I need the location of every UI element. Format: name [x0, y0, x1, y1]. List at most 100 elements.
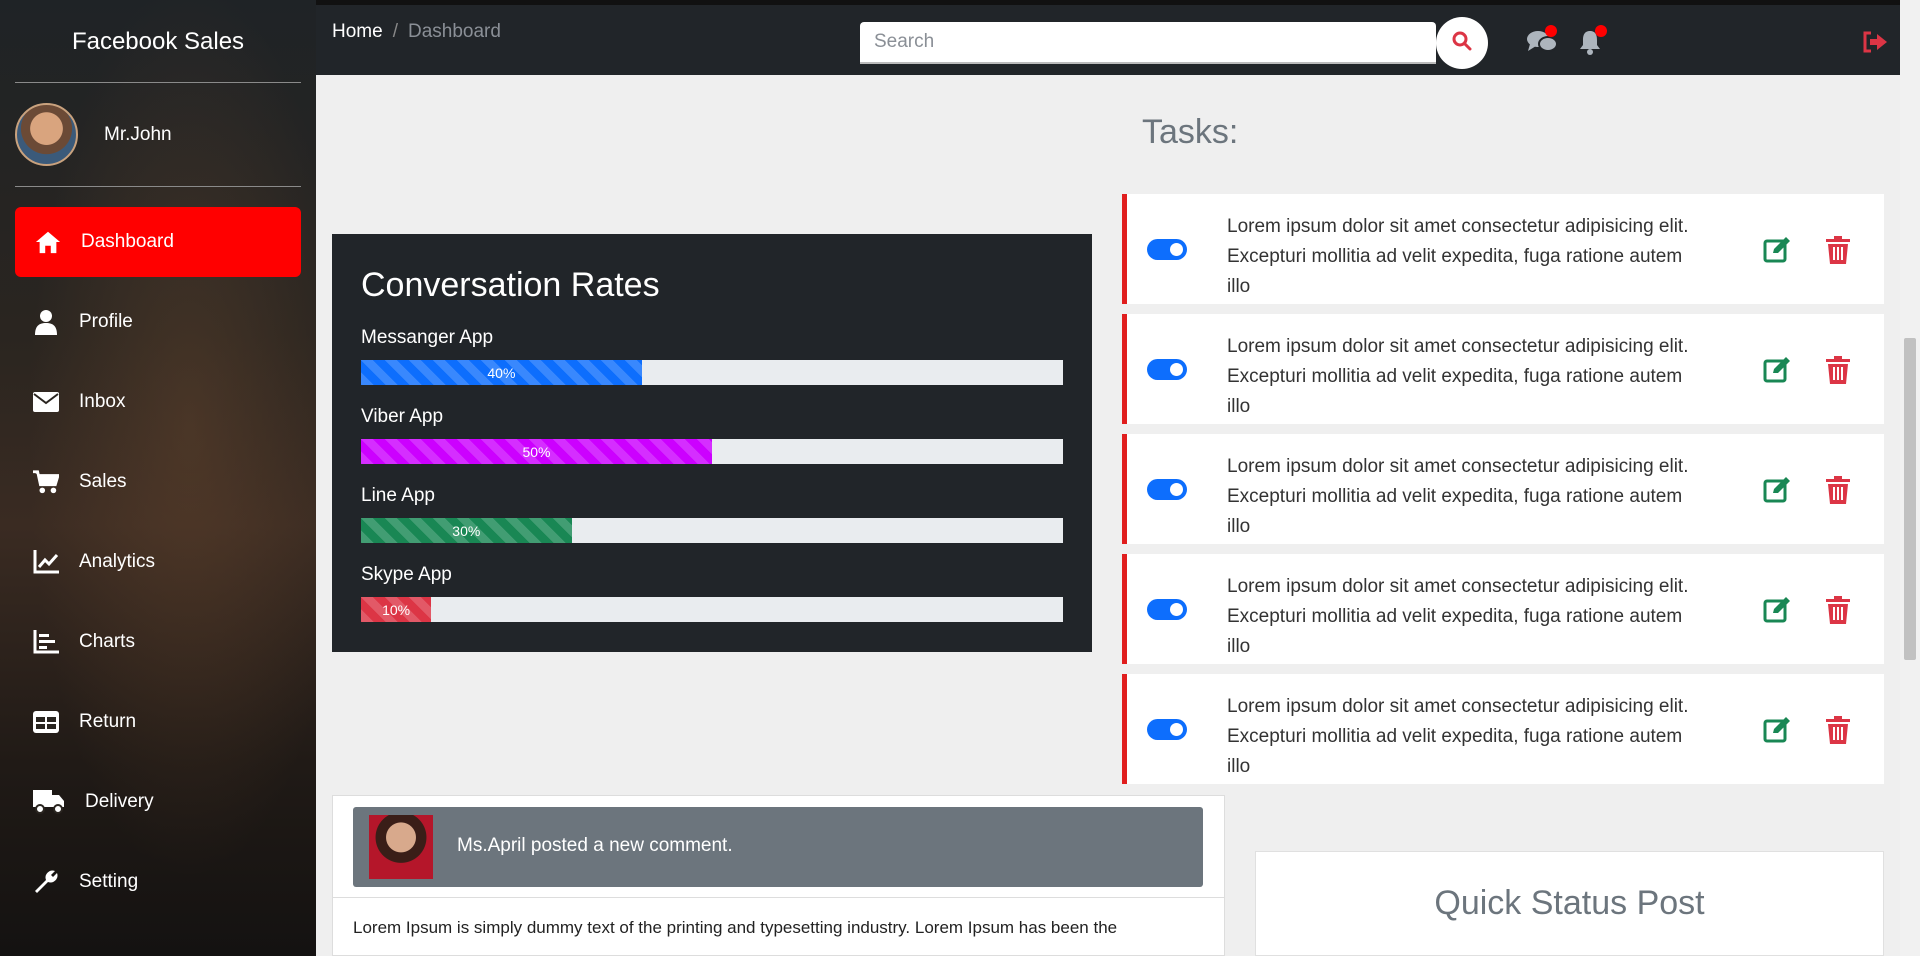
sidebar-item-label: Dashboard: [81, 231, 174, 252]
progress-label: Messanger App: [361, 327, 494, 348]
messages-badge: [1545, 25, 1557, 37]
task-item: Lorem ipsum dolor sit amet consectetur a…: [1122, 434, 1884, 544]
line-chart-icon: [33, 549, 59, 575]
user-profile[interactable]: Mr.John: [15, 103, 172, 166]
sidebar-item-label: Sales: [79, 471, 127, 492]
comment-body: Lorem Ipsum is simply dummy text of the …: [353, 918, 1118, 937]
task-item: Lorem ipsum dolor sit amet consectetur a…: [1122, 554, 1884, 664]
sidebar-item-sales[interactable]: Sales: [15, 447, 301, 517]
edit-button[interactable]: [1763, 716, 1791, 744]
search-input[interactable]: [860, 22, 1436, 62]
sidebar-item-charts[interactable]: Charts: [15, 607, 301, 677]
bar-chart-icon: [33, 629, 59, 655]
messages-button[interactable]: [1525, 25, 1559, 61]
sidebar-item-label: Inbox: [79, 391, 126, 412]
user-icon: [33, 309, 59, 335]
edit-icon: [1763, 717, 1790, 743]
notifications-button[interactable]: [1573, 25, 1607, 61]
edit-button[interactable]: [1763, 596, 1791, 624]
trash-icon: [1826, 596, 1850, 624]
table-icon: [33, 709, 59, 735]
notifications-badge: [1595, 25, 1607, 37]
home-icon: [35, 229, 61, 255]
scrollbar[interactable]: [1900, 0, 1920, 956]
sidebar-item-label: Delivery: [85, 791, 154, 812]
delete-button[interactable]: [1825, 356, 1851, 384]
user-name: Mr.John: [104, 123, 172, 145]
sidebar-item-label: Charts: [79, 631, 135, 652]
quick-status-card: Quick Status Post: [1255, 851, 1884, 956]
truck-icon: [33, 789, 65, 815]
breadcrumb-current: Dashboard: [407, 21, 501, 42]
comment-header-text: Ms.April posted a new comment.: [457, 835, 733, 856]
breadcrumb-separator: /: [392, 21, 398, 42]
wrench-icon: [33, 869, 59, 895]
progress-fill: 10%: [361, 597, 432, 622]
search-button[interactable]: [1436, 17, 1488, 69]
cart-icon: [33, 469, 59, 495]
progress-fill: 40%: [361, 360, 642, 385]
task-toggle[interactable]: [1147, 719, 1187, 740]
task-toggle[interactable]: [1147, 359, 1187, 380]
task-item: Lorem ipsum dolor sit amet consectetur a…: [1122, 194, 1884, 304]
envelope-icon: [33, 389, 59, 415]
delete-button[interactable]: [1825, 476, 1851, 504]
delete-button[interactable]: [1825, 236, 1851, 264]
divider: [333, 897, 1224, 898]
sidebar-item-dashboard[interactable]: Dashboard: [15, 207, 301, 277]
tasks-title: Tasks:: [1142, 113, 1239, 151]
task-toggle[interactable]: [1147, 479, 1187, 500]
task-toggle[interactable]: [1147, 239, 1187, 260]
edit-button[interactable]: [1763, 356, 1791, 384]
progress-bar: 40%: [361, 360, 1063, 385]
breadcrumb: Home / Dashboard: [332, 21, 501, 43]
logout-button[interactable]: [1858, 27, 1892, 61]
avatar: [369, 815, 433, 879]
sidebar-item-profile[interactable]: Profile: [15, 287, 301, 357]
sidebar-item-inbox[interactable]: Inbox: [15, 367, 301, 437]
breadcrumb-home[interactable]: Home: [332, 21, 383, 42]
conversation-rates-card: Conversation Rates Messanger App 40% Vib…: [332, 234, 1092, 652]
trash-icon: [1826, 236, 1850, 264]
trash-icon: [1826, 716, 1850, 744]
progress-label: Skype App: [361, 564, 452, 585]
task-text: Lorem ipsum dolor sit amet consectetur a…: [1227, 216, 1689, 297]
card-title: Quick Status Post: [1434, 884, 1705, 922]
edit-icon: [1763, 357, 1790, 383]
edit-icon: [1763, 477, 1790, 503]
comment-header: Ms.April posted a new comment.: [353, 807, 1203, 887]
sidebar: Facebook Sales Mr.John Dashboard Profile…: [0, 0, 316, 956]
delete-button[interactable]: [1825, 716, 1851, 744]
sidebar-divider: [15, 82, 301, 83]
task-toggle[interactable]: [1147, 599, 1187, 620]
progress-label: Line App: [361, 485, 435, 506]
progress-label: Viber App: [361, 406, 444, 427]
sidebar-item-return[interactable]: Return: [15, 687, 301, 757]
progress-fill: 30%: [361, 518, 572, 543]
progress-fill: 50%: [361, 439, 712, 464]
task-text: Lorem ipsum dolor sit amet consectetur a…: [1227, 456, 1689, 537]
edit-button[interactable]: [1763, 476, 1791, 504]
edit-icon: [1763, 597, 1790, 623]
task-text: Lorem ipsum dolor sit amet consectetur a…: [1227, 336, 1689, 417]
progress-bar: 30%: [361, 518, 1063, 543]
avatar: [15, 103, 78, 166]
brand-title[interactable]: Facebook Sales: [0, 28, 316, 56]
sidebar-nav: Dashboard Profile Inbox Sales Analytics: [15, 207, 301, 927]
scrollbar-thumb[interactable]: [1904, 338, 1916, 660]
progress-bar: 50%: [361, 439, 1063, 464]
top-navbar: Home / Dashboard: [316, 0, 1900, 75]
sidebar-item-label: Analytics: [79, 551, 156, 572]
sidebar-item-setting[interactable]: Setting: [15, 847, 301, 917]
logout-icon: [1861, 30, 1889, 59]
delete-button[interactable]: [1825, 596, 1851, 624]
progress-bar: 10%: [361, 597, 1063, 622]
edit-button[interactable]: [1763, 236, 1791, 264]
sidebar-item-label: Profile: [79, 311, 133, 332]
sidebar-item-analytics[interactable]: Analytics: [15, 527, 301, 597]
search-box: [860, 22, 1436, 64]
sidebar-item-label: Setting: [79, 871, 139, 892]
sidebar-item-delivery[interactable]: Delivery: [15, 767, 301, 837]
trash-icon: [1826, 356, 1850, 384]
card-title: Conversation Rates: [361, 266, 660, 304]
